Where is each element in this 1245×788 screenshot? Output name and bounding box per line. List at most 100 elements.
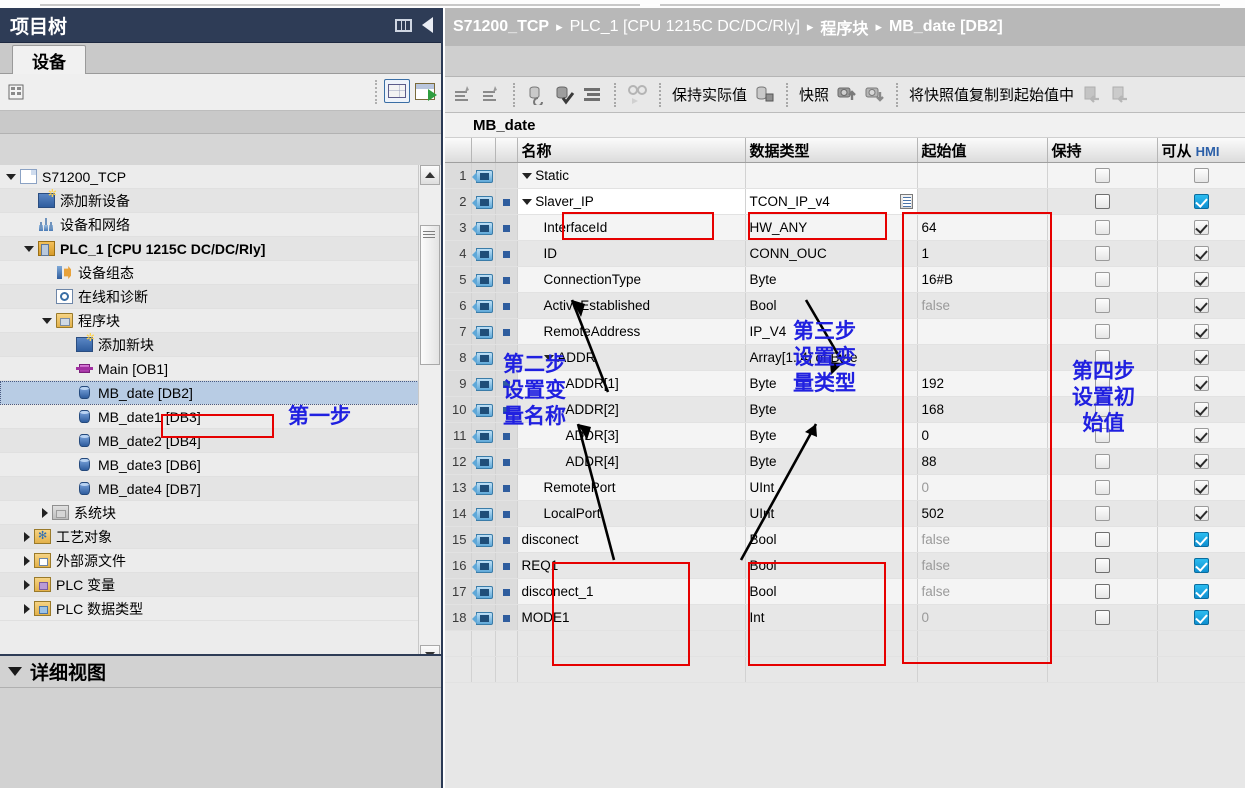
table-row[interactable]: 3 InterfaceId HW_ANY 64 [445, 214, 1245, 241]
table-empty-row[interactable] [445, 630, 1245, 657]
cell-start-value[interactable]: false [917, 292, 1048, 319]
cell-hmi-accessible-checkbox[interactable] [1157, 344, 1245, 371]
expander-collapse-icon[interactable] [42, 317, 52, 324]
cell-retain-checkbox[interactable] [1047, 422, 1158, 449]
cell-hmi-accessible-checkbox[interactable] [1157, 422, 1245, 449]
monitor-glasses-icon[interactable] [627, 84, 648, 105]
cell-retain-checkbox[interactable] [1047, 162, 1158, 189]
col-hmi-accessible[interactable]: 可从 HMI [1157, 138, 1245, 163]
cell-retain-checkbox[interactable] [1047, 448, 1158, 475]
load-start-values-2-icon[interactable] [1109, 84, 1130, 105]
sidebar-item-7[interactable]: 添加新块 [0, 333, 441, 357]
cell-hmi-accessible-checkbox[interactable] [1157, 448, 1245, 475]
cell-start-value[interactable] [917, 318, 1048, 345]
checkbox-icon[interactable] [1094, 610, 1110, 626]
expander-collapse-icon[interactable] [521, 173, 532, 180]
cell-start-value[interactable]: 0 [917, 604, 1048, 631]
cell-retain-checkbox[interactable] [1047, 344, 1158, 371]
sidebar-item-17[interactable]: PLC 变量 [0, 573, 441, 597]
checkbox-icon[interactable] [1193, 376, 1209, 392]
checkbox-icon[interactable] [1193, 350, 1209, 366]
table-row[interactable]: 1 Static [445, 162, 1245, 189]
checkbox-icon[interactable] [1193, 506, 1209, 522]
expander-collapse-icon[interactable] [521, 199, 532, 206]
sidebar-item-15[interactable]: 工艺对象 [0, 525, 441, 549]
cell-hmi-accessible-checkbox[interactable] [1157, 214, 1245, 241]
checkbox-icon[interactable] [1094, 428, 1110, 444]
col-startvalue[interactable]: 起始值 [917, 138, 1048, 163]
cell-datatype[interactable]: HW_ANY [745, 214, 918, 241]
cell-name[interactable]: REQ1 [517, 552, 746, 579]
cell-name[interactable]: ADDR[1] [517, 370, 746, 397]
expander-expand-icon[interactable] [24, 579, 30, 590]
cell-name[interactable]: disconect_1 [517, 578, 746, 605]
table-row[interactable]: 6 ActiveEstablished Bool false [445, 292, 1245, 319]
table-row[interactable]: 12 ADDR[4] Byte 88 [445, 448, 1245, 475]
columns-icon[interactable] [395, 18, 412, 32]
cell-hmi-accessible-checkbox[interactable] [1157, 240, 1245, 267]
retain-lock-icon[interactable] [754, 84, 775, 105]
cell-retain-checkbox[interactable] [1047, 552, 1158, 579]
cell-hmi-accessible-checkbox[interactable] [1157, 266, 1245, 293]
checkbox-icon[interactable] [1094, 350, 1110, 366]
cell-start-value[interactable]: 0 [917, 474, 1048, 501]
cell-name[interactable]: ActiveEstablished [517, 292, 746, 319]
table-row[interactable]: 2 Slaver_IP TCON_IP_v4 [445, 188, 1245, 215]
tree-view-toggle-button[interactable] [384, 79, 410, 103]
checkbox-icon[interactable] [1193, 168, 1209, 184]
cell-name[interactable]: ADDR[2] [517, 396, 746, 423]
sidebar-item-6[interactable]: 程序块 [0, 309, 441, 333]
cell-datatype[interactable]: CONN_OUC [745, 240, 918, 267]
cell-name[interactable]: InterfaceId [517, 214, 746, 241]
cell-datatype[interactable] [745, 162, 918, 189]
cell-retain-checkbox[interactable] [1047, 526, 1158, 553]
cell-datatype[interactable]: Byte [745, 370, 918, 397]
cell-retain-checkbox[interactable] [1047, 604, 1158, 631]
cell-name[interactable]: MODE1 [517, 604, 746, 631]
checkbox-icon[interactable] [1094, 324, 1110, 340]
table-row[interactable]: 10 ADDR[2] Byte 168 [445, 396, 1245, 423]
checkbox-icon[interactable] [1094, 376, 1110, 392]
cell-retain-checkbox[interactable] [1047, 396, 1158, 423]
table-row[interactable]: 14 LocalPort UInt 502 [445, 500, 1245, 527]
checkbox-icon[interactable] [1094, 532, 1110, 548]
checkbox-icon[interactable] [1193, 194, 1209, 210]
checkbox-icon[interactable] [1193, 246, 1209, 262]
breadcrumb-item-db[interactable]: MB_date [DB2] [889, 18, 1003, 36]
snapshot-down-icon[interactable] [864, 84, 885, 105]
checkbox-icon[interactable] [1094, 480, 1110, 496]
cell-name[interactable]: ADDR[3] [517, 422, 746, 449]
cell-hmi-accessible-checkbox[interactable] [1157, 526, 1245, 553]
checkbox-icon[interactable] [1193, 272, 1209, 288]
table-row[interactable]: 5 ConnectionType Byte 16#B [445, 266, 1245, 293]
checkbox-icon[interactable] [1094, 246, 1110, 262]
cell-datatype[interactable]: Byte [745, 266, 918, 293]
checkbox-icon[interactable] [1094, 298, 1110, 314]
checkbox-icon[interactable] [1094, 220, 1110, 236]
cell-datatype[interactable]: Bool [745, 578, 918, 605]
cell-name[interactable]: LocalPort [517, 500, 746, 527]
tab-devices[interactable]: 设备 [12, 45, 86, 74]
cell-retain-checkbox[interactable] [1047, 578, 1158, 605]
sidebar-item-10[interactable]: MB_date1 [DB3] [0, 405, 441, 429]
retain-actual-values-label[interactable]: 保持实际值 [672, 84, 747, 105]
scrollbar-thumb[interactable] [420, 225, 440, 365]
cell-hmi-accessible-checkbox[interactable] [1157, 604, 1245, 631]
cell-start-value[interactable]: 88 [917, 448, 1048, 475]
checkbox-icon[interactable] [1193, 324, 1209, 340]
cell-retain-checkbox[interactable] [1047, 240, 1158, 267]
cell-start-value[interactable]: 502 [917, 500, 1048, 527]
cell-name[interactable]: ADDR [517, 344, 746, 371]
sidebar-item-11[interactable]: MB_date2 [DB4] [0, 429, 441, 453]
monitor-check-icon[interactable] [554, 84, 575, 105]
checkbox-icon[interactable] [1094, 168, 1110, 184]
cell-retain-checkbox[interactable] [1047, 500, 1158, 527]
cell-name[interactable]: ConnectionType [517, 266, 746, 293]
table-row[interactable]: 7 RemoteAddress IP_V4 [445, 318, 1245, 345]
detail-view-header[interactable]: 详细视图 [0, 654, 441, 688]
insert-row-below-icon[interactable] [481, 84, 502, 105]
cell-retain-checkbox[interactable] [1047, 474, 1158, 501]
scroll-up-button[interactable] [420, 165, 440, 185]
project-tree-filter-icon[interactable] [6, 81, 28, 103]
checkbox-icon[interactable] [1193, 298, 1209, 314]
